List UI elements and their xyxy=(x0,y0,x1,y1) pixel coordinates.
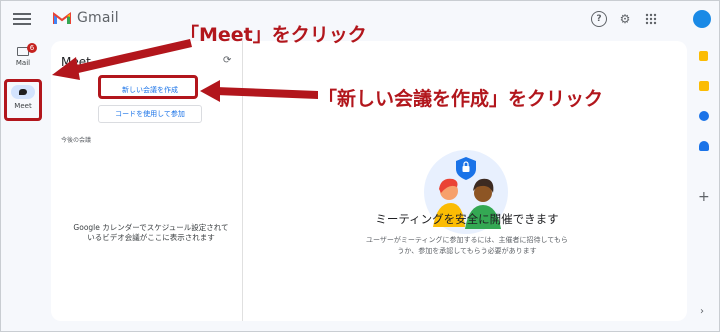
arrow-head-new-meeting xyxy=(200,80,220,102)
arrow-to-new-meeting xyxy=(216,87,318,99)
arrow-to-meet xyxy=(72,39,192,74)
annotation-arrows xyxy=(52,39,318,102)
arrow-head-meet xyxy=(52,57,80,80)
